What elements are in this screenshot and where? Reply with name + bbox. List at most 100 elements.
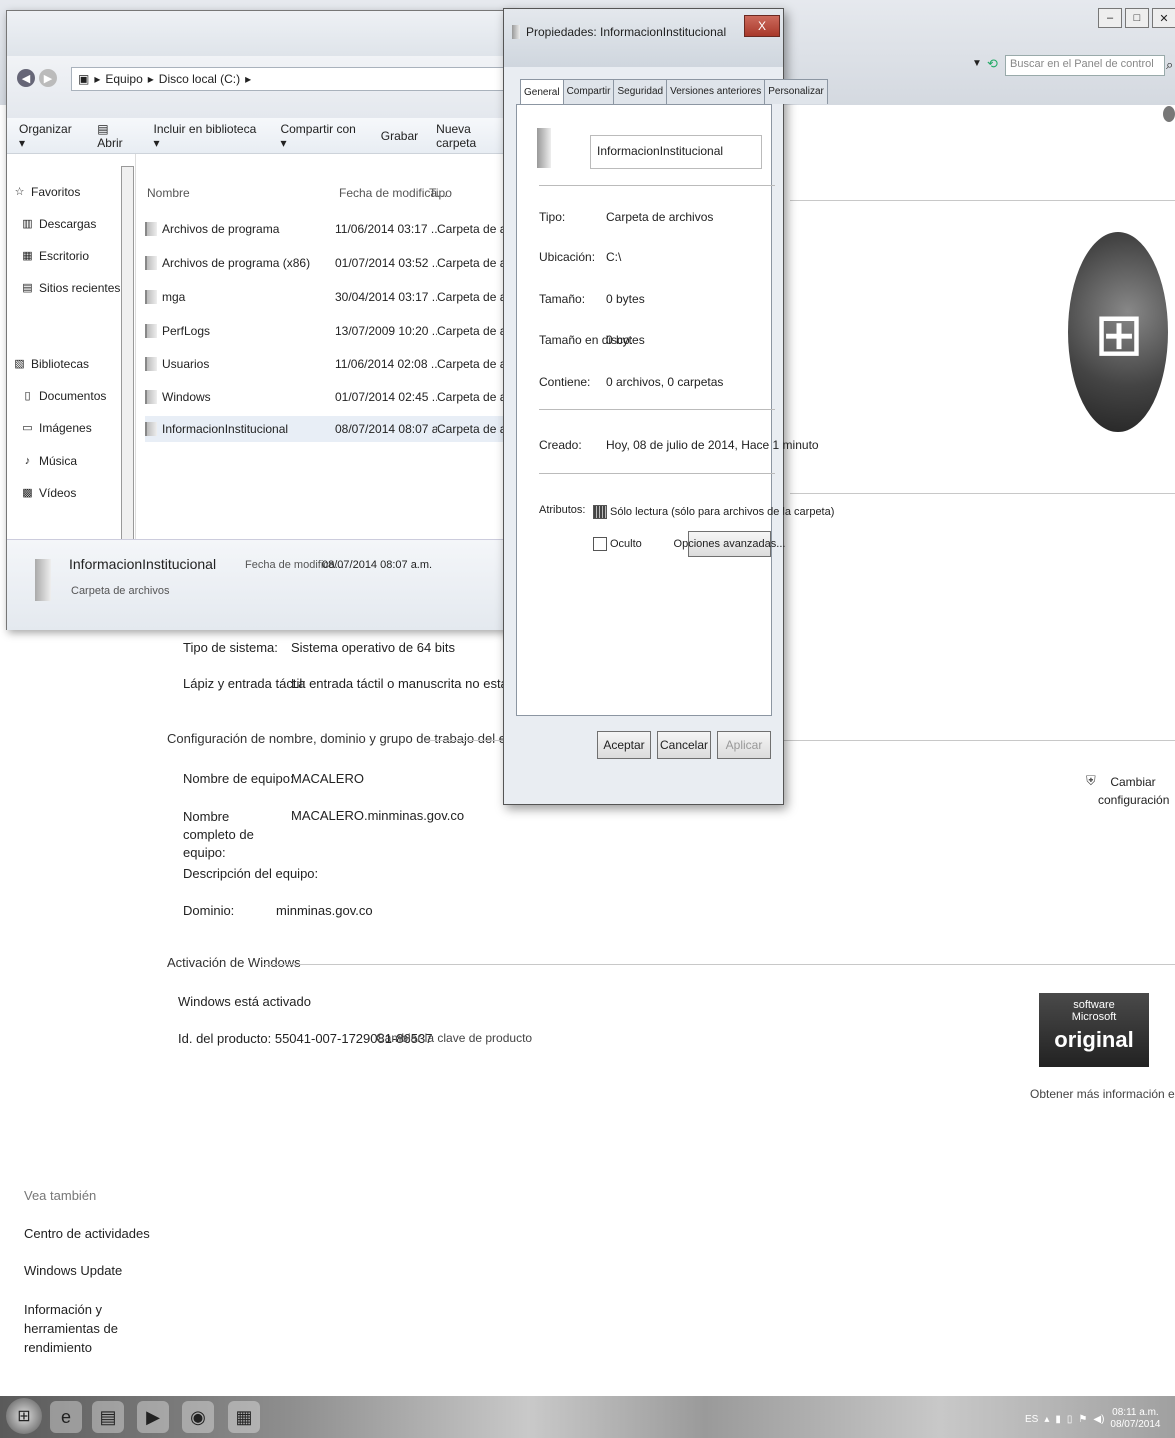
control-panel-icon[interactable]: ▦ [228, 1401, 260, 1433]
organize-button[interactable]: Organizar ▾ [19, 122, 79, 150]
burn-button[interactable]: Grabar [381, 129, 418, 143]
videos-icon: ▩ [22, 486, 33, 499]
maximize-button[interactable]: □ [1125, 8, 1149, 28]
folder-icon [512, 25, 520, 39]
cancel-button[interactable]: Cancelar [657, 731, 711, 759]
see-also-action-center[interactable]: Centro de actividades [24, 1226, 150, 1241]
explorer-toolbar: Organizar ▾ ▤ Abrir Incluir en bibliotec… [7, 118, 512, 154]
help-icon[interactable] [1163, 106, 1175, 122]
chrome-icon[interactable]: ◉ [182, 1401, 214, 1433]
file-row[interactable]: Archivos de programa 11/06/2014 03:17 ..… [145, 216, 510, 242]
tab-general[interactable]: General [520, 79, 564, 104]
search-icon[interactable]: ⌕ [1166, 57, 1173, 73]
see-also-windows-update[interactable]: Windows Update [24, 1263, 122, 1278]
volume-icon[interactable]: ◀) [1093, 1414, 1104, 1425]
action-center-icon[interactable]: ⚑ [1078, 1414, 1087, 1425]
pen-touch-label: Lápiz y entrada táctil: [183, 676, 306, 691]
column-name[interactable]: Nombre [147, 186, 190, 200]
file-explorer-icon[interactable]: ▤ [92, 1401, 124, 1433]
location-value: C:\ [606, 250, 622, 264]
dropdown-arrow-icon[interactable]: ▼ [972, 58, 982, 69]
tab-customize[interactable]: Personalizar [764, 79, 828, 104]
change-product-key-link[interactable]: Cambiar la clave de producto [376, 1031, 532, 1045]
hidden-checkbox-box[interactable] [593, 537, 607, 551]
see-also-performance[interactable]: Información y herramientas de rendimient… [24, 1300, 149, 1357]
refresh-icon[interactable]: ⟲ [987, 56, 998, 72]
ok-button[interactable]: Aceptar [597, 731, 651, 759]
breadcrumb-computer[interactable]: Equipo [105, 72, 142, 86]
file-row[interactable]: Usuarios 11/06/2014 02:08 ... Carpeta de … [145, 351, 510, 377]
apply-button[interactable]: Aplicar [717, 731, 771, 759]
domain-label: Dominio: [183, 903, 235, 918]
close-button[interactable]: X [744, 15, 780, 37]
back-icon[interactable]: ◀ [17, 69, 35, 87]
nav-videos[interactable]: ▩ Vídeos [21, 486, 76, 500]
size-on-disk-value: 0 bytes [606, 333, 645, 347]
battery-icon[interactable]: ▯ [1067, 1414, 1073, 1425]
open-button[interactable]: ▤ Abrir [97, 122, 135, 150]
readonly-label: Sólo lectura (sólo para archivos de la c… [610, 506, 835, 518]
folder-icon [145, 357, 157, 371]
divider [539, 185, 775, 186]
explorer-address-box[interactable]: ▣ ▸ Equipo ▸ Disco local (C:) ▸ [71, 67, 511, 91]
readonly-checkbox[interactable]: Sólo lectura (sólo para archivos de la c… [593, 505, 834, 519]
internet-explorer-icon[interactable]: e [50, 1401, 82, 1433]
activation-title: Activación de Windows [167, 955, 301, 970]
minimize-button[interactable]: – [1098, 8, 1122, 28]
nav-pictures[interactable]: ▭ Imágenes [21, 421, 91, 435]
navigation-scrollbar[interactable] [121, 166, 134, 540]
share-with-button[interactable]: Compartir con ▾ [280, 122, 362, 150]
show-hidden-icons-icon[interactable]: ▴ [1044, 1414, 1049, 1425]
nav-desktop[interactable]: ▦ Escritorio [21, 249, 89, 263]
media-player-icon[interactable]: ▶ [137, 1401, 169, 1433]
explorer-window: ◀ ▶ ▣ ▸ Equipo ▸ Disco local (C:) ▸ Orga… [6, 10, 513, 630]
nav-downloads[interactable]: ▥ Descargas [21, 217, 96, 231]
details-type: Carpeta de archivos [71, 585, 170, 597]
nav-favorites[interactable]: ☆ Favoritos [13, 185, 81, 199]
desktop-icon: ▦ [22, 249, 33, 262]
navigation-pane [7, 154, 136, 539]
properties-dialog: Propiedades: InformacionInstitucional X … [503, 8, 834, 805]
file-row[interactable]: mga 30/04/2014 03:17 ...Carpeta de archi… [145, 284, 510, 310]
close-button[interactable]: ✕ [1152, 8, 1175, 28]
hidden-checkbox[interactable]: Oculto [593, 537, 642, 551]
include-library-button[interactable]: Incluir en biblioteca ▾ [154, 122, 263, 150]
pen-touch-value: La entrada táctil o manuscrita no está d… [291, 676, 506, 691]
start-button[interactable]: ⊞ [6, 1398, 42, 1434]
tab-share[interactable]: Compartir [562, 79, 615, 104]
downloads-icon: ▥ [22, 217, 33, 230]
section-rule [782, 740, 1175, 741]
breadcrumb-local-disk[interactable]: Disco local (C:) [159, 72, 240, 86]
folder-large-icon [537, 128, 551, 168]
more-info-link[interactable]: Obtener más información en línea... [1030, 1087, 1175, 1101]
file-row-selected[interactable]: InformacionInstitucional 08/07/2014 08:0… [145, 416, 510, 442]
new-folder-button[interactable]: Nueva carpeta [436, 122, 512, 150]
file-row[interactable]: Archivos de programa (x86) 01/07/2014 03… [145, 250, 510, 276]
column-type[interactable]: Tipo [429, 186, 452, 200]
system-tray: ES ▴ ▮ ▯ ⚑ ◀) 08:11 a.m. 08/07/2014 [1025, 1405, 1170, 1433]
file-row[interactable]: Windows 01/07/2014 02:45 ...Carpeta de a… [145, 384, 510, 410]
folder-name-field[interactable]: InformacionInstitucional [590, 135, 762, 169]
computer-description-label: Descripción del equipo: [183, 866, 319, 881]
nav-music[interactable]: ♪ Música [21, 454, 77, 468]
section-rule [425, 740, 505, 741]
control-panel-search-input[interactable]: Buscar en el Panel de control [1005, 55, 1165, 76]
readonly-checkbox-box[interactable] [593, 505, 607, 519]
clock[interactable]: 08:11 a.m. 08/07/2014 [1110, 1407, 1160, 1431]
language-indicator[interactable]: ES [1025, 1414, 1038, 1425]
advanced-options-button[interactable]: Opciones avanzadas... [674, 531, 785, 557]
change-settings-link[interactable]: Cambiar configuración [1098, 773, 1169, 809]
nav-recent-places[interactable]: ▤ Sitios recientes [21, 281, 120, 295]
nav-documents[interactable]: ▯ Documentos [21, 389, 106, 403]
type-label: Tipo: [539, 210, 566, 224]
nav-libraries[interactable]: ▧ Bibliotecas [13, 357, 89, 371]
hidden-label: Oculto [610, 538, 642, 550]
file-row[interactable]: PerfLogs 13/07/2009 10:20 ... Carpeta de … [145, 318, 510, 344]
tab-previous-versions[interactable]: Versiones anteriores [666, 79, 766, 104]
forward-icon[interactable]: ▶ [39, 69, 57, 87]
shield-icon: ⛨ [1086, 773, 1096, 788]
network-icon[interactable]: ▮ [1055, 1414, 1061, 1425]
size-label: Tamaño: [539, 292, 586, 306]
tab-security[interactable]: Seguridad [613, 79, 668, 104]
folder-icon [145, 222, 157, 236]
